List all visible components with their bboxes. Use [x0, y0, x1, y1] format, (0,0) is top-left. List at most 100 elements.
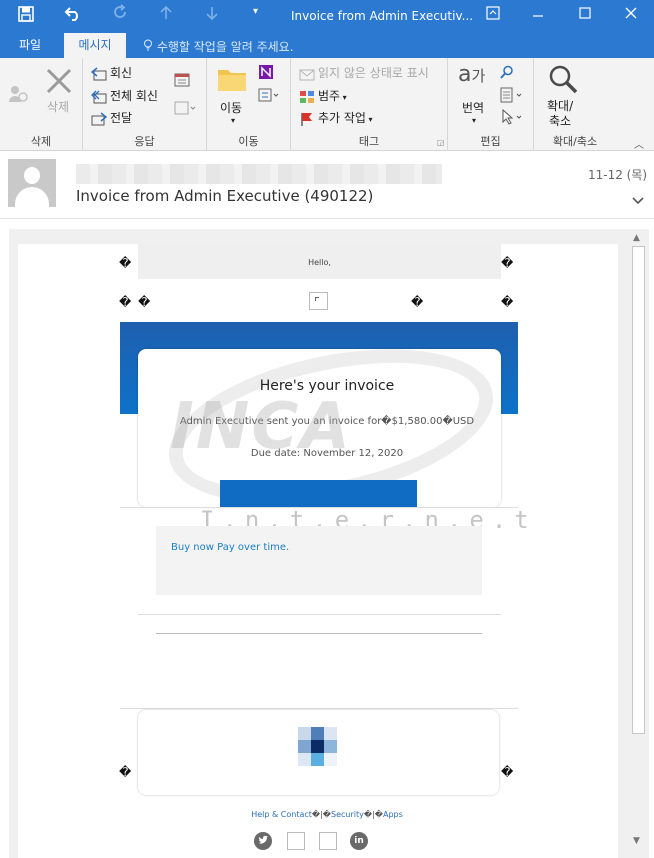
- folder-icon: [217, 64, 247, 96]
- tags-group: 읽지 않은 상태로 표시 범주 ▾ 추가 작업 ▾ ◲ 태그: [291, 58, 448, 151]
- delete-group: 삭제 삭제: [0, 58, 83, 151]
- categorize-button[interactable]: 범주 ▾: [299, 87, 347, 104]
- meeting-icon[interactable]: [174, 72, 190, 92]
- chevron-down-icon[interactable]: [632, 194, 644, 208]
- sender-redacted: [76, 164, 442, 184]
- broken-image-icon: [309, 292, 328, 310]
- customize-qat-icon[interactable]: ▾: [253, 6, 258, 17]
- move-button[interactable]: 이동: [220, 99, 242, 116]
- collapse-ribbon-icon[interactable]: ︿: [634, 136, 644, 151]
- up-arrow-icon: [160, 5, 172, 25]
- delete-button[interactable]: 삭제: [47, 98, 69, 115]
- ribbon: 삭제 삭제 회신 전체 회신 전달 응답 이동 ▾ 이동 읽지 않은 상태로 표…: [0, 58, 654, 151]
- tab-message[interactable]: 메시지: [64, 33, 126, 58]
- translate-button[interactable]: 번역: [462, 99, 484, 116]
- flag-icon: [301, 112, 312, 126]
- move-group-label: 이동: [238, 135, 259, 148]
- zoom-button[interactable]: 확대/ 축소: [547, 99, 573, 129]
- actions-icon[interactable]: [258, 87, 280, 107]
- followup-label: 추가 작업: [318, 111, 366, 125]
- broken-glyph: �: [119, 295, 132, 309]
- broken-glyph: �: [501, 295, 514, 309]
- promo-link[interactable]: Buy now Pay over time.: [171, 542, 289, 553]
- reply-icon: [91, 66, 107, 80]
- ignore-icon: [8, 84, 30, 108]
- find-icon[interactable]: [500, 64, 514, 83]
- scrollbar-thumb[interactable]: [632, 246, 645, 734]
- zoom-label-line2: 축소: [549, 114, 572, 128]
- scroll-up-icon[interactable]: ▲: [633, 233, 640, 243]
- forward-label: 전달: [110, 111, 133, 125]
- save-icon[interactable]: [18, 6, 34, 26]
- onenote-icon[interactable]: [258, 64, 274, 84]
- footer-links: Help & Contact�|�Security�|�Apps: [0, 810, 654, 819]
- broken-glyph: �: [411, 295, 424, 309]
- forward-icon: [91, 111, 107, 125]
- broken-glyph: �: [119, 765, 132, 779]
- tell-me-search[interactable]: 수행할 작업을 알려 주세요.: [143, 38, 294, 55]
- reply-all-button[interactable]: 전체 회신: [91, 87, 158, 104]
- reply-all-icon: [91, 90, 107, 103]
- delete-group-label: 삭제: [30, 135, 52, 148]
- respond-group: 회신 전체 회신 전달 응답: [83, 58, 207, 151]
- broken-image-icon[interactable]: [319, 832, 337, 850]
- zoom-label-line1: 확대/: [547, 99, 574, 113]
- minimize-icon[interactable]: [532, 6, 544, 24]
- tab-file[interactable]: 파일: [8, 33, 52, 58]
- message-subject: Invoice from Admin Executive (490122): [76, 187, 374, 205]
- scroll-down-icon[interactable]: ▼: [633, 836, 640, 846]
- delete-icon[interactable]: [44, 66, 74, 100]
- zoom-group: 확대/ 축소 ︿ 확대/축소: [534, 58, 654, 151]
- tell-me-text: 수행할 작업을 알려 주세요.: [156, 40, 294, 54]
- greeting-box: Hello,: [138, 244, 501, 279]
- more-respond-icon[interactable]: [174, 100, 196, 120]
- security-link[interactable]: Security: [331, 810, 364, 819]
- greeting-text: Hello,: [308, 258, 331, 267]
- translate-dropdown-icon[interactable]: ▾: [472, 116, 476, 125]
- move-group: 이동 ▾ 이동: [207, 58, 291, 151]
- apps-link[interactable]: Apps: [383, 810, 403, 819]
- reply-all-label: 전체 회신: [110, 89, 158, 103]
- undo-icon[interactable]: [64, 4, 82, 26]
- move-dropdown-icon[interactable]: ▾: [231, 116, 235, 125]
- broken-image-icon[interactable]: [287, 832, 305, 850]
- reply-button[interactable]: 회신: [91, 64, 132, 81]
- ribbon-tabs: 파일 메시지 수행할 작업을 알려 주세요.: [0, 33, 654, 58]
- mark-unread-button[interactable]: 읽지 않은 상태로 표시: [299, 64, 429, 81]
- categorize-icon: [300, 90, 314, 103]
- followup-button[interactable]: 추가 작업 ▾: [299, 109, 373, 126]
- tags-group-label: 태그: [358, 135, 380, 148]
- link-separator: �|�: [363, 810, 383, 819]
- lightbulb-icon: [143, 39, 157, 54]
- zoom-group-label: 확대/축소: [552, 135, 598, 148]
- title-bar: ▾ Invoice from Admin Executiv...: [0, 0, 654, 33]
- related-icon[interactable]: [500, 87, 524, 107]
- forward-button[interactable]: 전달: [91, 109, 132, 126]
- respond-group-label: 응답: [134, 135, 155, 148]
- window-title: Invoice from Admin Executiv...: [291, 9, 474, 23]
- view-invoice-button[interactable]: [220, 480, 417, 507]
- linkedin-icon[interactable]: in: [350, 832, 368, 850]
- help-contact-link[interactable]: Help & Contact: [251, 810, 312, 819]
- broken-glyph: �: [501, 765, 514, 779]
- ribbon-display-icon[interactable]: [486, 6, 500, 24]
- maximize-icon[interactable]: [579, 6, 591, 24]
- message-date: 11-12 (목): [588, 168, 648, 182]
- pixel-logo-icon: [298, 727, 338, 767]
- edit-group: a가 번역 ▾ 편집: [448, 58, 534, 151]
- select-icon[interactable]: [500, 108, 524, 129]
- message-header: 11-12 (목): [0, 151, 654, 219]
- divider: [120, 507, 518, 508]
- broken-glyph: �: [501, 256, 514, 270]
- down-arrow-icon: [206, 5, 218, 25]
- edit-group-label: 편집: [480, 135, 501, 148]
- broken-glyph: �: [119, 256, 132, 270]
- envelope-icon: [299, 69, 315, 80]
- categorize-label: 범주: [318, 89, 341, 103]
- divider: [156, 633, 482, 634]
- close-icon[interactable]: [625, 6, 637, 24]
- reply-label: 회신: [110, 66, 133, 80]
- twitter-icon[interactable]: [254, 832, 272, 850]
- translate-icon: a가: [458, 62, 486, 87]
- divider: [138, 614, 501, 615]
